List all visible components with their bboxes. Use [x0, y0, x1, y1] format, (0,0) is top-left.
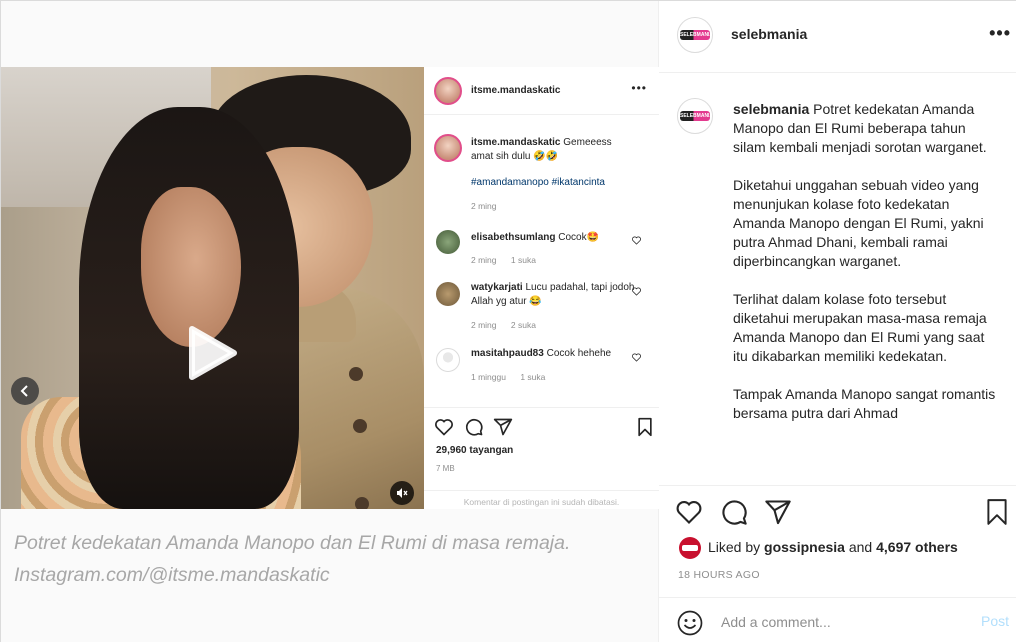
like-comment-heart-icon[interactable]: [632, 287, 641, 296]
carousel-prev-icon[interactable]: [11, 377, 39, 405]
add-comment-row: Post: [659, 597, 1016, 642]
more-options-icon[interactable]: •••: [631, 81, 647, 95]
comment-text: Cocok hehehe: [546, 348, 612, 359]
post-media: itsme.mandaskatic ••• itsme.mandaskatic …: [1, 1, 659, 642]
comments-section[interactable]: SELEBMANIA selebmania Potret kedekatan A…: [659, 74, 1016, 484]
comment-meta: 2 ming 2 suka: [471, 320, 536, 330]
caption-username[interactable]: selebmania: [733, 101, 809, 117]
comment-icon[interactable]: [720, 498, 748, 526]
more-options-icon[interactable]: •••: [989, 23, 1011, 44]
avatar[interactable]: [436, 230, 460, 254]
play-icon[interactable]: [186, 325, 238, 381]
emoji-icon[interactable]: [677, 610, 703, 636]
video-player[interactable]: [1, 67, 424, 509]
share-icon[interactable]: [493, 417, 513, 437]
post-actions-section: Liked by gossipnesia and 4,697 others 18…: [659, 485, 1016, 642]
media-caption-credit: Instagram.com/@itsme.mandaskatic: [14, 564, 330, 586]
comment-text: Cocok🤩: [558, 232, 600, 243]
comment-likes[interactable]: 1 suka: [511, 255, 536, 265]
avatar[interactable]: SELEBMANIA: [677, 17, 713, 53]
avatar[interactable]: [434, 134, 462, 162]
comment-icon[interactable]: [464, 417, 484, 437]
comments-disabled-note: Komentar di postingan ini sudah dibatasi…: [424, 490, 659, 507]
comment-username[interactable]: itsme.mandaskatic: [471, 137, 561, 148]
video-uniform-button: [355, 497, 369, 509]
avatar[interactable]: [679, 537, 701, 559]
post-details-panel: SELEBMANIA selebmania ••• SELEBMANIA sel…: [659, 1, 1016, 642]
embedded-comment: masitahpaud83 Cocok hehehe: [471, 347, 636, 361]
post-caption: selebmania Potret kedekatan Amanda Manop…: [733, 100, 1001, 442]
media-caption-text: Potret kedekatan Amanda Manopo dan El Ru…: [14, 532, 571, 554]
post-header: SELEBMANIA selebmania •••: [659, 1, 1016, 73]
selebmania-logo: SELEBMANIA: [680, 111, 713, 121]
post-age: 7 MB: [436, 464, 455, 473]
share-icon[interactable]: [764, 498, 792, 526]
liked-by-text: Liked by gossipnesia and 4,697 others: [708, 539, 958, 555]
heart-icon[interactable]: [434, 417, 454, 437]
embedded-instagram-screenshot: itsme.mandaskatic ••• itsme.mandaskatic …: [1, 67, 659, 509]
comment-time: 2 ming: [471, 320, 497, 330]
selebmania-logo: SELEBMANIA: [680, 30, 713, 40]
comment-likes[interactable]: 2 suka: [511, 320, 536, 330]
comment-meta: 2 ming 1 suka: [471, 255, 536, 265]
post-comment-button[interactable]: Post: [981, 613, 1009, 629]
comment-meta: 1 minggu 1 suka: [471, 372, 545, 382]
comment-username[interactable]: masitahpaud83: [471, 348, 544, 359]
post-timestamp[interactable]: 18 HOURS AGO: [678, 569, 760, 581]
avatar[interactable]: [434, 77, 462, 105]
embedded-username[interactable]: itsme.mandaskatic: [471, 85, 561, 96]
avatar[interactable]: [436, 348, 460, 372]
embedded-comment: watykarjati Lucu padahal, tapi jodoh All…: [471, 281, 636, 309]
post-username[interactable]: selebmania: [731, 26, 807, 42]
video-uniform-button: [353, 419, 367, 433]
liked-by-and: and: [844, 539, 877, 555]
video-girl-face: [141, 187, 241, 347]
comment-time: 2 ming: [471, 255, 497, 265]
comment-hashtags[interactable]: #amandamanopo #ikatancinta: [471, 176, 636, 190]
liked-by-user[interactable]: gossipnesia: [764, 539, 845, 555]
comment-time: 1 minggu: [471, 372, 506, 382]
caption-paragraph: Tampak Amanda Manopo sangat romantis ber…: [733, 386, 996, 421]
embedded-side-panel: itsme.mandaskatic ••• itsme.mandaskatic …: [424, 67, 659, 509]
embedded-comment: itsme.mandaskatic Gemeeess amat sih dulu…: [471, 136, 636, 164]
avatar[interactable]: SELEBMANIA: [677, 98, 713, 134]
comment-username[interactable]: elisabethsumlang: [471, 232, 555, 243]
embedded-comment: elisabethsumlang Cocok🤩: [471, 231, 636, 245]
media-caption: Potret kedekatan Amanda Manopo dan El Ru…: [14, 527, 570, 591]
embedded-actions: 29,960 tayangan 7 MB Komentar di posting…: [424, 407, 659, 509]
video-uniform-button: [349, 367, 363, 381]
comment-time: 2 ming: [471, 201, 497, 211]
avatar[interactable]: [436, 282, 460, 306]
liked-by-prefix: Liked by: [708, 539, 765, 555]
embedded-header: itsme.mandaskatic •••: [424, 67, 659, 115]
comment-username[interactable]: watykarjati: [471, 282, 523, 293]
bookmark-icon[interactable]: [984, 498, 1010, 526]
liked-by-count[interactable]: 4,697 others: [876, 539, 958, 555]
instagram-post-window: itsme.mandaskatic ••• itsme.mandaskatic …: [0, 0, 1016, 642]
caption-paragraph: Terlihat dalam kolase foto tersebut dike…: [733, 291, 987, 364]
mute-icon[interactable]: [390, 481, 414, 505]
comment-likes[interactable]: 1 suka: [520, 372, 545, 382]
bookmark-icon[interactable]: [636, 417, 654, 437]
caption-paragraph: Diketahui unggahan sebuah video yang men…: [733, 177, 984, 269]
like-comment-heart-icon[interactable]: [632, 353, 641, 362]
view-count[interactable]: 29,960 tayangan: [436, 445, 513, 456]
heart-icon[interactable]: [675, 498, 703, 526]
comment-input[interactable]: [721, 611, 961, 633]
like-comment-heart-icon[interactable]: [632, 236, 641, 245]
